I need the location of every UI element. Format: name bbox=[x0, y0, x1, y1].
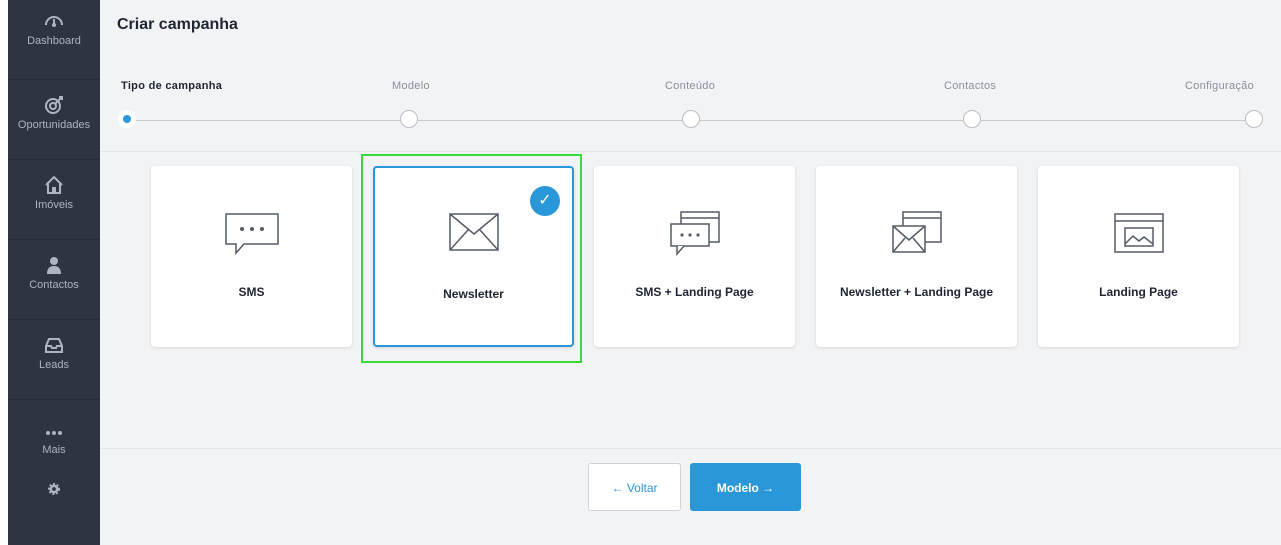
divider bbox=[100, 151, 1281, 152]
landing-page-icon bbox=[1113, 213, 1164, 253]
step-label-tipo-de-campanha: Tipo de campanha bbox=[121, 80, 223, 92]
sidebar: Dashboard Oportunidades Imóveis Contacto… bbox=[8, 0, 100, 545]
dashboard-gauge-icon bbox=[45, 16, 63, 27]
more-dots-icon bbox=[46, 431, 62, 435]
divider bbox=[100, 448, 1281, 449]
inbox-icon bbox=[45, 338, 63, 353]
step-dot[interactable] bbox=[682, 110, 700, 128]
sidebar-item-label: Mais bbox=[42, 444, 66, 456]
sidebar-item-label: Imóveis bbox=[35, 199, 73, 211]
next-modelo-button[interactable]: Modelo → bbox=[690, 463, 801, 511]
step-label-configuracao: Configuração bbox=[1185, 80, 1255, 92]
sms-chat-icon bbox=[224, 213, 279, 255]
step-label-conteudo: Conteúdo bbox=[665, 80, 716, 92]
sidebar-item-leads[interactable]: Leads bbox=[8, 320, 100, 400]
campaign-type-card-sms-landing-page[interactable]: SMS + Landing Page bbox=[594, 166, 795, 347]
step-dot[interactable] bbox=[963, 110, 981, 128]
step-label-modelo: Modelo bbox=[392, 80, 430, 92]
campaign-type-card-landing-page[interactable]: Landing Page bbox=[1038, 166, 1239, 347]
step-dot-active[interactable] bbox=[118, 110, 136, 128]
newsletter-landing-page-icon bbox=[891, 211, 942, 253]
page-title: Criar campanha bbox=[117, 16, 238, 33]
card-label: SMS + Landing Page bbox=[635, 285, 754, 299]
person-icon bbox=[47, 257, 61, 274]
campaign-stepper: Tipo de campanha Modelo Conteúdo Contact… bbox=[117, 80, 1267, 140]
sidebar-item-oportunidades[interactable]: Oportunidades bbox=[8, 80, 100, 160]
sidebar-item-label: Leads bbox=[39, 359, 69, 371]
sidebar-item-label: Dashboard bbox=[27, 35, 81, 47]
campaign-type-card-newsletter-landing-page[interactable]: Newsletter + Landing Page bbox=[816, 166, 1017, 347]
sidebar-item-mais[interactable]: Mais bbox=[8, 400, 100, 479]
card-label: Landing Page bbox=[1099, 285, 1178, 299]
sidebar-item-imoveis[interactable]: Imóveis bbox=[8, 160, 100, 240]
campaign-type-card-sms[interactable]: SMS bbox=[151, 166, 352, 347]
selection-highlight-box bbox=[361, 154, 582, 363]
card-label: SMS bbox=[238, 285, 265, 299]
card-label: Newsletter + Landing Page bbox=[839, 285, 994, 299]
step-label-contactos: Contactos bbox=[944, 80, 997, 92]
target-icon bbox=[45, 96, 63, 114]
sidebar-item-dashboard[interactable]: Dashboard bbox=[8, 0, 100, 80]
gear-icon bbox=[47, 482, 61, 496]
step-dot[interactable] bbox=[1245, 110, 1263, 128]
settings-button[interactable] bbox=[8, 480, 100, 520]
sms-landing-page-icon bbox=[669, 211, 720, 256]
sidebar-item-label: Oportunidades bbox=[17, 119, 91, 131]
step-dot[interactable] bbox=[400, 110, 418, 128]
sidebar-item-contactos[interactable]: Contactos bbox=[8, 240, 100, 320]
sidebar-item-label: Contactos bbox=[29, 279, 79, 291]
back-button[interactable]: ← Voltar bbox=[588, 463, 681, 511]
house-icon bbox=[45, 175, 63, 194]
